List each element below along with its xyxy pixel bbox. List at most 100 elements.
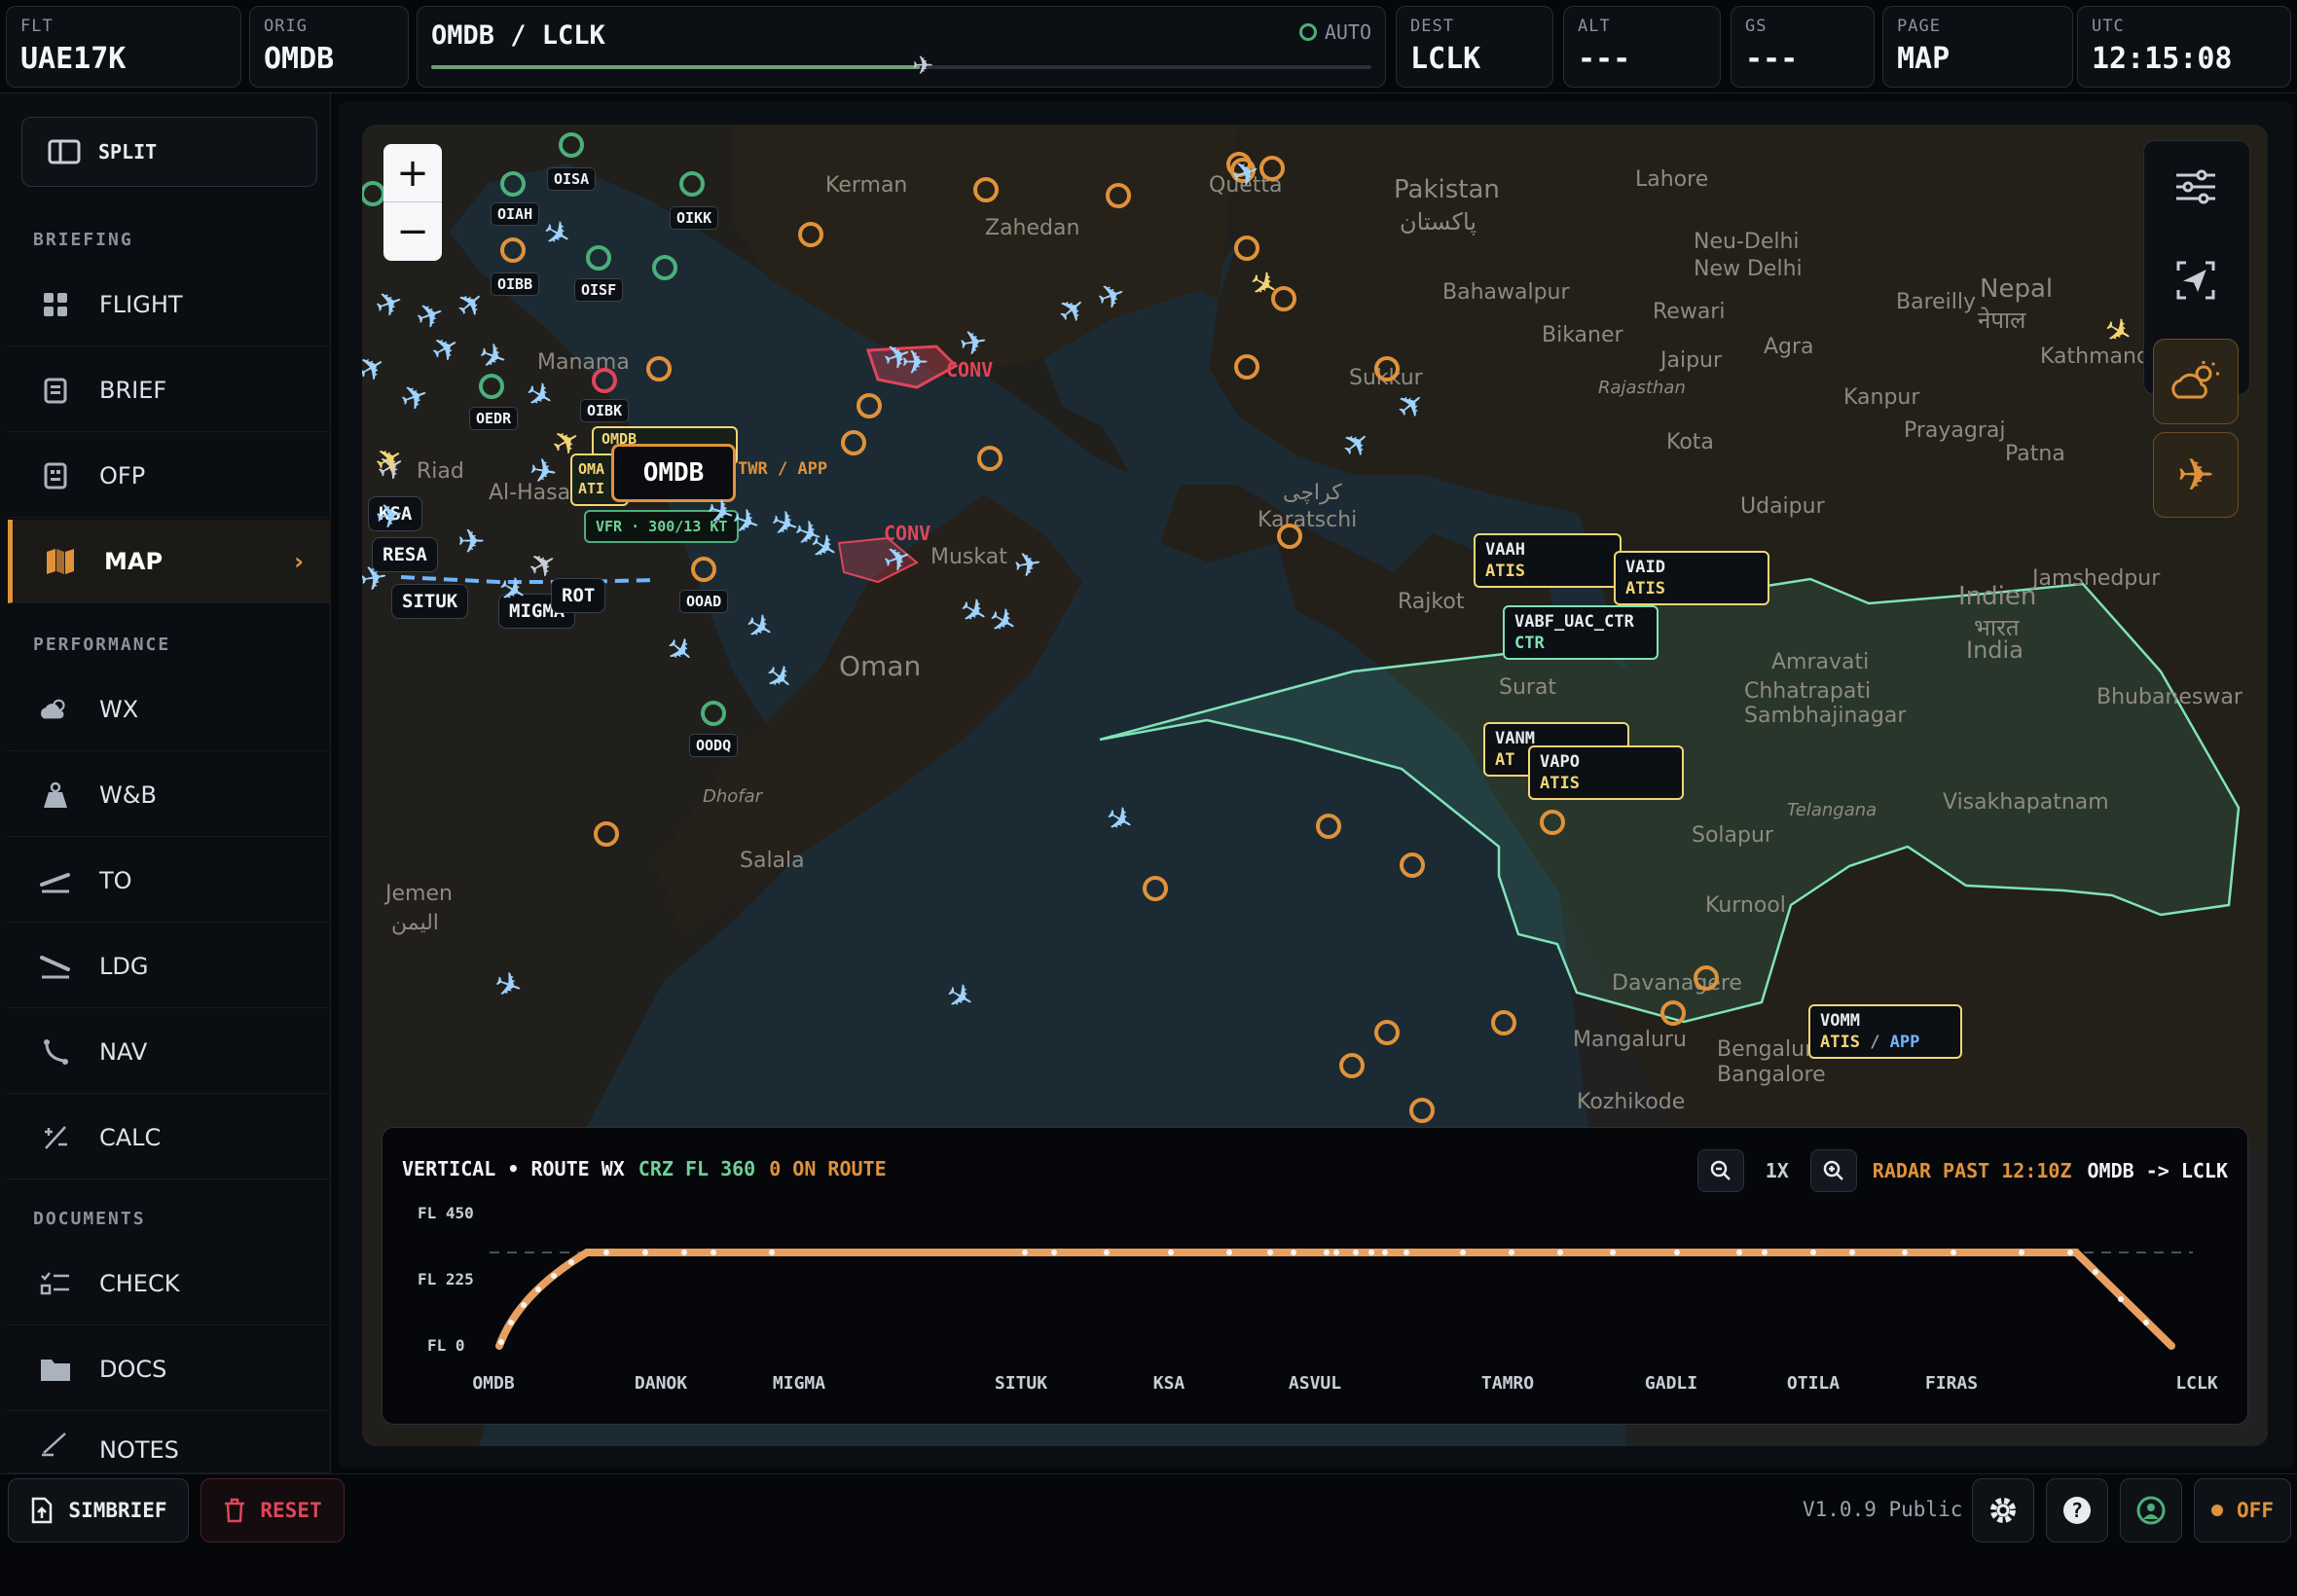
airport-ring-orange[interactable]: [1374, 1020, 1400, 1045]
aircraft-icon[interactable]: ✈: [373, 495, 407, 538]
atc-station-tag[interactable]: VAID ATIS: [1614, 551, 1769, 605]
place-label: Davanagere: [1612, 971, 1742, 996]
airport-ring-orange[interactable]: [1660, 1000, 1686, 1026]
gear-icon: [1990, 1498, 2016, 1523]
atc-code: VAID: [1625, 558, 1665, 577]
airport-ring-orange[interactable]: [857, 393, 882, 418]
recenter-button[interactable]: [2153, 237, 2239, 323]
airport-ring-orange[interactable]: [1400, 852, 1425, 878]
traffic-layer-toggle[interactable]: ✈: [2153, 432, 2239, 518]
route-cell[interactable]: OMDB / LCLK AUTO ✈: [417, 6, 1386, 88]
airport-ring-orange[interactable]: [798, 222, 823, 247]
sidebar-item-to[interactable]: TO: [8, 839, 331, 923]
sidebar-item-docs[interactable]: DOCS: [8, 1327, 331, 1411]
airport-ring-orange[interactable]: [841, 430, 866, 455]
place-label: Jamshedpur: [2032, 566, 2161, 591]
airport-ring-orange[interactable]: [1540, 810, 1565, 835]
airport-ring-orange[interactable]: [1374, 356, 1400, 381]
sidebar-item-wb[interactable]: W&B: [8, 753, 331, 837]
airport-tag[interactable]: OODQ: [689, 734, 739, 757]
airport-ring-orange[interactable]: [1234, 354, 1259, 380]
airport-ring-green[interactable]: [652, 255, 677, 280]
sidebar-item-nav[interactable]: NAV: [8, 1010, 331, 1094]
airport-ring-orange[interactable]: [977, 446, 1003, 471]
vertical-profile-path: [495, 1249, 2175, 1350]
place-label: Kerman: [825, 173, 908, 198]
airport-ring-orange[interactable]: [1259, 156, 1285, 181]
airport-tag[interactable]: OIBK: [580, 399, 630, 422]
airport-tag[interactable]: OEDR: [469, 407, 519, 430]
account-button[interactable]: [2120, 1478, 2182, 1542]
aircraft-icon[interactable]: ✈: [957, 322, 991, 365]
layers-settings-button[interactable]: [2153, 144, 2239, 230]
atc-station-tag[interactable]: VAPO ATIS: [1528, 745, 1684, 800]
settings-button[interactable]: [1972, 1478, 2034, 1542]
airport-tag[interactable]: OISF: [574, 278, 624, 302]
aircraft-icon[interactable]: ✈: [1011, 544, 1045, 587]
sidebar-item-ofp[interactable]: OFP: [8, 434, 331, 518]
airport-ring-orange[interactable]: [1491, 1010, 1516, 1035]
airport-ring-orange[interactable]: [1409, 1098, 1435, 1123]
page-value: MAP: [1897, 42, 1951, 76]
aircraft-icon[interactable]: ✈: [527, 451, 561, 493]
airport-ring-orange[interactable]: [500, 237, 526, 263]
airport-tag[interactable]: OISA: [547, 167, 597, 191]
zoom-in-button[interactable]: +: [383, 144, 442, 202]
sidebar-item-notes[interactable]: NOTES: [8, 1413, 331, 1473]
sidebar-item-label: BRIEF: [99, 376, 167, 404]
airport-tag[interactable]: OOAD: [679, 590, 729, 613]
airport-ring-orange[interactable]: [1106, 183, 1131, 208]
place-label: Riad: [417, 459, 464, 484]
airport-ring-orange[interactable]: [691, 557, 716, 582]
airport-ring-orange[interactable]: [1694, 965, 1719, 991]
connection-toggle[interactable]: OFF: [2194, 1478, 2291, 1542]
simbrief-button[interactable]: SIMBRIEF: [8, 1478, 189, 1542]
airport-ring-green[interactable]: [559, 132, 584, 158]
airport-ring-orange[interactable]: [1277, 524, 1302, 549]
airport-ring-orange[interactable]: [1316, 814, 1341, 839]
sidebar-item-flight[interactable]: FLIGHT: [8, 263, 331, 346]
weather-layer-toggle[interactable]: [2153, 339, 2239, 424]
profile-waypoint: LCLK: [2175, 1373, 2218, 1394]
sidebar-item-ldg[interactable]: LDG: [8, 925, 331, 1008]
aircraft-icon[interactable]: ✈: [901, 346, 930, 380]
atc-station-tag[interactable]: VOMM ATIS / APP: [1808, 1004, 1962, 1059]
zoom-out-button[interactable]: −: [383, 202, 442, 261]
atc-service: ATIS: [1485, 562, 1525, 581]
airport-tag[interactable]: OIAH: [491, 202, 540, 226]
sidebar-item-check[interactable]: CHECK: [8, 1242, 331, 1325]
waypoint-tag[interactable]: SITUK: [391, 584, 469, 619]
airport-tag[interactable]: OIBB: [491, 272, 540, 296]
airport-ring-orange[interactable]: [973, 177, 999, 202]
waypoint-tag[interactable]: ROT: [551, 578, 606, 613]
sidebar-item-map[interactable]: MAP ›: [8, 520, 331, 603]
section-documents: DOCUMENTS: [33, 1209, 146, 1229]
sidebar-item-calc[interactable]: CALC: [8, 1096, 331, 1179]
airport-tag[interactable]: OIKK: [670, 206, 719, 230]
airport-ring-green[interactable]: [586, 245, 611, 271]
airport-ring-orange[interactable]: [1143, 876, 1168, 901]
airport-ring-green[interactable]: [701, 701, 726, 726]
airport-ring-orange[interactable]: [646, 356, 672, 381]
airport-ring-red[interactable]: [592, 368, 617, 393]
airport-ring-orange[interactable]: [1339, 1053, 1365, 1078]
sidebar-item-label: NAV: [99, 1037, 148, 1066]
help-button[interactable]: ?: [2046, 1478, 2108, 1542]
auto-indicator[interactable]: AUTO: [1298, 20, 1371, 44]
weight-icon: [39, 779, 72, 812]
atc-station-tag[interactable]: VAAH ATIS: [1474, 533, 1622, 588]
place-label: Patna: [2005, 442, 2065, 466]
sidebar-item-brief[interactable]: BRIEF: [8, 348, 331, 432]
atc-station-tag[interactable]: VABF_UAC_CTR CTR: [1503, 605, 1659, 660]
aircraft-icon[interactable]: ✈: [457, 526, 486, 559]
document-icon: [39, 459, 72, 492]
airport-ring-green[interactable]: [500, 171, 526, 197]
airport-ring-orange[interactable]: [594, 821, 619, 847]
sidebar-item-wx[interactable]: WX: [8, 668, 331, 751]
reset-button[interactable]: RESET: [201, 1478, 345, 1542]
airport-ring-orange[interactable]: [1234, 236, 1259, 261]
place-label: Kurnool: [1705, 893, 1786, 918]
airport-ring-green[interactable]: [679, 171, 705, 197]
atc-service: ATIS: [1540, 774, 1580, 793]
split-view-button[interactable]: SPLIT: [21, 117, 317, 187]
